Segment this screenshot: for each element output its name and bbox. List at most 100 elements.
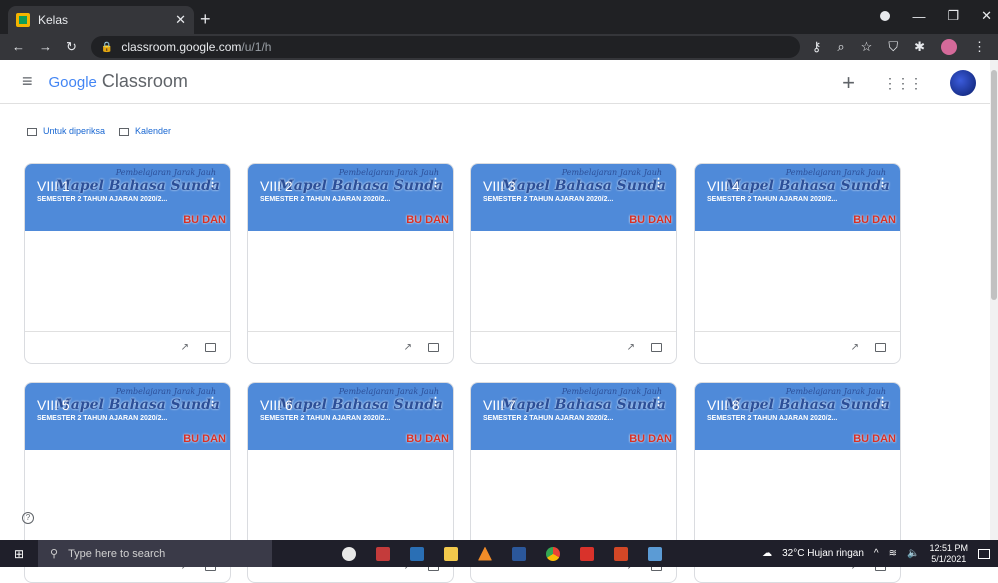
- powerpoint-app-icon[interactable]: [604, 540, 638, 567]
- close-window-button[interactable]: ✕: [981, 8, 992, 24]
- banner-text-line3: BU DAN: [853, 433, 896, 445]
- help-icon[interactable]: ?: [22, 512, 34, 524]
- record-icon[interactable]: [880, 11, 891, 21]
- tray-chevron-icon[interactable]: ^: [874, 548, 879, 559]
- account-avatar[interactable]: [950, 70, 976, 96]
- clock-time: 12:51 PM: [929, 542, 968, 553]
- weather-text[interactable]: 32°C Hujan ringan: [782, 548, 864, 559]
- key-icon[interactable]: ⚷: [812, 39, 822, 55]
- new-tab-button[interactable]: +: [200, 9, 211, 30]
- word-app-icon[interactable]: [502, 540, 536, 567]
- class-card-footer: ↗: [25, 331, 230, 363]
- profile-avatar[interactable]: [941, 39, 957, 55]
- windows-start-icon[interactable]: ⊞: [0, 547, 38, 561]
- to-review-link[interactable]: Untuk diperiksa: [27, 126, 105, 136]
- mail-app-icon[interactable]: [366, 540, 400, 567]
- drive-folder-icon[interactable]: [651, 343, 662, 352]
- class-banner[interactable]: Pembelajaran Jarak Jauh Mapel Bahasa Sun…: [248, 164, 453, 231]
- windows-taskbar: ⊞ ⚲ Type here to search ☁ 32°C Hujan rin…: [0, 540, 998, 567]
- class-name[interactable]: VIII 1: [37, 178, 70, 194]
- vlc-app-icon[interactable]: [468, 540, 502, 567]
- class-banner[interactable]: Pembelajaran Jarak Jauh Mapel Bahasa Sun…: [25, 383, 230, 450]
- app-logo[interactable]: Google Classroom: [49, 71, 188, 92]
- clock-date: 5/1/2021: [931, 553, 967, 564]
- gradebook-trend-icon[interactable]: ↗: [627, 342, 635, 353]
- chrome-app-icon[interactable]: [536, 540, 570, 567]
- class-card-footer: ↗: [695, 331, 900, 363]
- media-app-icon[interactable]: [400, 540, 434, 567]
- minimize-button[interactable]: —: [912, 9, 925, 24]
- class-banner[interactable]: Pembelajaran Jarak Jauh Mapel Bahasa Sun…: [471, 164, 676, 231]
- taskbar-search[interactable]: ⚲ Type here to search: [38, 540, 272, 567]
- bookmark-star-icon[interactable]: ☆: [861, 39, 873, 55]
- class-name[interactable]: VIII 3: [483, 178, 516, 194]
- calendar-label: Kalender: [135, 126, 172, 136]
- drive-folder-icon[interactable]: [428, 343, 439, 352]
- acrobat-app-icon[interactable]: [570, 540, 604, 567]
- class-name[interactable]: VIII 6: [260, 397, 293, 413]
- drive-folder-icon[interactable]: [205, 343, 216, 352]
- volume-icon[interactable]: 🔈: [907, 548, 919, 559]
- more-options-icon[interactable]: ⋮: [430, 395, 441, 408]
- close-tab-icon[interactable]: ✕: [175, 12, 186, 28]
- drive-folder-icon[interactable]: [875, 343, 886, 352]
- file-explorer-icon[interactable]: [434, 540, 468, 567]
- clock[interactable]: 12:51 PM 5/1/2021: [929, 543, 968, 565]
- more-options-icon[interactable]: ⋮: [877, 176, 888, 189]
- gradebook-trend-icon[interactable]: ↗: [181, 342, 189, 353]
- more-options-icon[interactable]: ⋮: [430, 176, 441, 189]
- calendar-link[interactable]: Kalender: [119, 126, 171, 136]
- main-menu-icon[interactable]: ≡: [22, 71, 33, 92]
- class-banner[interactable]: Pembelajaran Jarak Jauh Mapel Bahasa Sun…: [25, 164, 230, 231]
- reload-button[interactable]: ↻: [66, 39, 77, 55]
- class-card[interactable]: Pembelajaran Jarak Jauh Mapel Bahasa Sun…: [24, 163, 231, 364]
- notifications-icon[interactable]: [978, 548, 990, 559]
- tab-title: Kelas: [38, 13, 69, 27]
- class-card[interactable]: Pembelajaran Jarak Jauh Mapel Bahasa Sun…: [694, 163, 901, 364]
- banner-text-line2: Mapel Bahasa Sunda: [278, 178, 443, 194]
- create-join-button[interactable]: +: [842, 70, 855, 96]
- banner-text-line3: BU DAN: [406, 214, 449, 226]
- url-host: classroom.google.com: [121, 40, 242, 54]
- page-scrollbar[interactable]: [990, 60, 998, 540]
- class-name[interactable]: VIII 5: [37, 397, 70, 413]
- class-name[interactable]: VIII 7: [483, 397, 516, 413]
- forward-button[interactable]: →: [39, 39, 52, 55]
- class-name[interactable]: VIII 2: [260, 178, 293, 194]
- maximize-button[interactable]: ❐: [947, 8, 959, 24]
- banner-text-line3: BU DAN: [183, 433, 226, 445]
- system-tray: ☁ 32°C Hujan ringan ^ ≋ 🔈 12:51 PM 5/1/2…: [762, 540, 998, 567]
- obs-app-icon[interactable]: [332, 540, 366, 567]
- snipping-tool-icon[interactable]: [638, 540, 672, 567]
- more-options-icon[interactable]: ⋮: [653, 176, 664, 189]
- class-name[interactable]: VIII 8: [707, 397, 740, 413]
- gradebook-trend-icon[interactable]: ↗: [851, 342, 859, 353]
- more-options-icon[interactable]: ⋮: [653, 395, 664, 408]
- weather-icon[interactable]: ☁: [762, 548, 772, 559]
- wifi-icon[interactable]: ≋: [889, 548, 897, 559]
- class-card[interactable]: Pembelajaran Jarak Jauh Mapel Bahasa Sun…: [247, 163, 454, 364]
- more-options-icon[interactable]: ⋮: [207, 176, 218, 189]
- extensions-icon[interactable]: ✱: [914, 39, 925, 55]
- class-name[interactable]: VIII 4: [707, 178, 740, 194]
- browser-menu-icon[interactable]: ⋮: [973, 39, 986, 55]
- banner-text-line2: Mapel Bahasa Sunda: [501, 397, 666, 413]
- class-banner[interactable]: Pembelajaran Jarak Jauh Mapel Bahasa Sun…: [695, 164, 900, 231]
- shield-extension-icon[interactable]: ⛉: [888, 39, 898, 55]
- more-options-icon[interactable]: ⋮: [207, 395, 218, 408]
- address-bar[interactable]: 🔒 classroom.google.com /u/1/h: [90, 36, 800, 58]
- class-card[interactable]: Pembelajaran Jarak Jauh Mapel Bahasa Sun…: [470, 163, 677, 364]
- back-button[interactable]: ←: [12, 39, 25, 55]
- class-card-body: [695, 231, 900, 331]
- more-options-icon[interactable]: ⋮: [877, 395, 888, 408]
- class-banner[interactable]: Pembelajaran Jarak Jauh Mapel Bahasa Sun…: [471, 383, 676, 450]
- banner-text-line2: Mapel Bahasa Sunda: [501, 178, 666, 194]
- scrollbar-thumb[interactable]: [991, 70, 997, 300]
- google-apps-icon[interactable]: ⋮⋮⋮: [883, 75, 923, 92]
- class-banner[interactable]: Pembelajaran Jarak Jauh Mapel Bahasa Sun…: [248, 383, 453, 450]
- tab-kelas[interactable]: Kelas ✕: [8, 6, 194, 34]
- gradebook-trend-icon[interactable]: ↗: [404, 342, 412, 353]
- zoom-icon[interactable]: ⌕: [837, 39, 844, 55]
- class-banner[interactable]: Pembelajaran Jarak Jauh Mapel Bahasa Sun…: [695, 383, 900, 450]
- banner-text-line2: Mapel Bahasa Sunda: [725, 397, 890, 413]
